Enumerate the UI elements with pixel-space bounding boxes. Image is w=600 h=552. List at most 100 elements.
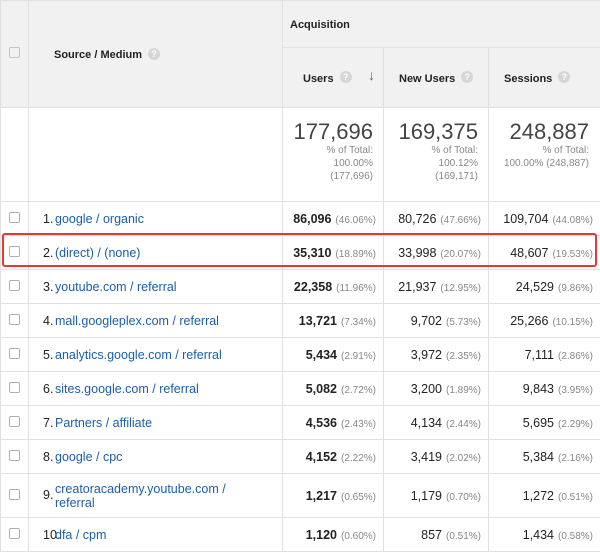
source-medium-link[interactable]: mall.googleplex.com / referral [55, 314, 219, 328]
source-medium-link[interactable]: youtube.com / referral [55, 280, 177, 294]
row-checkbox[interactable] [9, 527, 20, 539]
source-medium-link[interactable]: dfa / cpm [55, 528, 106, 542]
row-checkbox-cell [0, 201, 29, 236]
totals-users-line1: % of Total: [326, 145, 373, 156]
totals-new-users-line2: 100.12% [438, 158, 478, 169]
totals-new-users-line1: % of Total: [431, 145, 478, 156]
new-users-cell: 1,179 (0.70%) [383, 473, 489, 518]
acquisition-group-header: Acquisition [281, 0, 600, 48]
row-index: 6. [43, 381, 54, 396]
sessions-percent: (9.86%) [558, 282, 594, 294]
sessions-value: 7,111 [524, 347, 554, 362]
column-label-sessions: Sessions [504, 72, 553, 85]
dimension-label: Source / Medium [54, 49, 143, 61]
row-checkbox-cell [0, 473, 29, 518]
sessions-value: 5,695 [522, 415, 554, 430]
row-index: 7. [43, 415, 54, 430]
users-percent: (46.06%) [335, 214, 376, 226]
users-cell: 5,434 (2.91%) [282, 337, 384, 372]
new-users-percent: (5.73%) [445, 316, 481, 328]
row-checkbox[interactable] [9, 347, 20, 359]
help-icon[interactable]: ? [339, 71, 352, 84]
users-percent: (2.91%) [340, 350, 376, 362]
source-medium-link[interactable]: (direct) / (none) [55, 246, 140, 260]
users-percent: (11.96%) [336, 282, 376, 294]
table-row: 1. google / organic 86,096 (46.06%) 80,726… [0, 201, 600, 236]
source-medium-link[interactable]: analytics.google.com / referral [55, 348, 222, 362]
row-checkbox[interactable] [9, 449, 20, 461]
sessions-percent: (10.15%) [552, 316, 594, 328]
source-cell: 3. youtube.com / referral [28, 269, 283, 304]
source-medium-link[interactable]: sites.google.com / referral [55, 382, 199, 396]
users-percent: (2.72%) [340, 384, 376, 396]
sessions-cell: 7,111 (2.86%) [487, 337, 600, 372]
users-cell: 1,120 (0.60%) [282, 517, 384, 552]
new-users-cell: 21,937 (12.95%) [383, 269, 489, 304]
users-percent: (2.22%) [340, 452, 376, 464]
row-checkbox[interactable] [9, 245, 20, 257]
row-checkbox[interactable] [9, 313, 20, 325]
users-value: 35,310 [293, 245, 332, 260]
new-users-value: 9,702 [410, 313, 442, 328]
users-percent: (7.34%) [340, 316, 376, 328]
totals-users-line2: 100.00% [333, 158, 373, 169]
new-users-cell: 9,702 (5.73%) [383, 303, 489, 338]
source-medium-link[interactable]: google / organic [55, 212, 144, 226]
source-medium-link[interactable]: google / cpc [55, 450, 122, 464]
select-all-checkbox[interactable] [9, 47, 20, 58]
new-users-cell: 3,419 (2.02%) [383, 439, 489, 474]
source-cell: 8. google / cpc [28, 439, 283, 474]
row-index: 10. [43, 527, 61, 542]
totals-new-users-line3: (169,171) [435, 171, 478, 182]
row-checkbox[interactable] [9, 279, 20, 291]
row-checkbox[interactable] [9, 381, 20, 393]
help-icon[interactable]: ? [461, 71, 474, 84]
column-header-new-users[interactable]: New Users? [383, 47, 489, 108]
sessions-cell: 5,695 (2.29%) [487, 405, 600, 440]
column-header-sessions[interactable]: Sessions? [487, 47, 600, 108]
new-users-value: 3,972 [410, 347, 442, 362]
sessions-value: 1,434 [522, 527, 554, 542]
sessions-value: 9,843 [522, 381, 554, 396]
sessions-value: 48,607 [510, 245, 549, 260]
totals-users: 177,696 % of Total: 100.00% (177,696) [282, 107, 384, 202]
new-users-value: 3,419 [410, 449, 442, 464]
users-value: 4,152 [305, 449, 337, 464]
arrow-down-icon[interactable]: ↓ [368, 68, 375, 82]
sessions-cell: 24,529 (9.86%) [487, 269, 600, 304]
sessions-percent: (44.08%) [552, 214, 594, 226]
new-users-value: 21,937 [398, 279, 437, 294]
column-label-users: Users [303, 72, 334, 85]
totals-users-line3: (177,696) [330, 171, 373, 182]
totals-sessions-value: 248,887 [509, 119, 590, 144]
dimension-header[interactable]: Source / Medium? [28, 0, 283, 108]
table-row: 8. google / cpc 4,152 (2.22%) 3,419 (2.02%)… [0, 439, 600, 474]
sessions-value: 25,266 [510, 313, 549, 328]
users-cell: 1,217 (0.65%) [282, 473, 384, 518]
sessions-cell: 9,843 (3.95%) [487, 371, 600, 406]
analytics-report-table: Source / Medium? Acquisition Users? ↓ Ne… [0, 0, 600, 552]
sessions-percent: (2.29%) [558, 418, 594, 430]
row-index: 9. [43, 487, 54, 502]
sessions-percent: (3.95%) [558, 384, 594, 396]
source-medium-link[interactable]: Partners / affiliate [55, 416, 152, 430]
users-cell: 35,310 (18.89%) [282, 235, 384, 270]
users-percent: (18.89%) [335, 248, 376, 260]
row-checkbox[interactable] [9, 211, 20, 223]
users-percent: (2.43%) [340, 418, 376, 430]
row-index: 4. [43, 313, 54, 328]
row-checkbox[interactable] [9, 488, 20, 500]
users-cell: 4,152 (2.22%) [282, 439, 384, 474]
totals-sessions-line2: 100.00% (248,887) [503, 158, 590, 169]
row-checkbox-cell [0, 517, 29, 552]
row-checkbox[interactable] [9, 415, 20, 427]
table-row: 10.dfa / cpm 1,120 (0.60%) 857 (0.51%) 1,4… [0, 517, 600, 552]
help-icon[interactable]: ? [558, 71, 571, 84]
source-medium-link[interactable]: creatoracademy.youtube.com / referral [55, 482, 245, 510]
help-icon[interactable]: ? [148, 47, 161, 60]
column-header-users[interactable]: Users? ↓ [282, 47, 384, 108]
table-row: 4. mall.googleplex.com / referral 13,721(… [0, 303, 600, 338]
new-users-cell: 3,200 (1.89%) [383, 371, 489, 406]
totals-row: 177,696 % of Total: 100.00% (177,696) 16… [0, 107, 600, 202]
new-users-percent: (1.89%) [445, 384, 481, 396]
